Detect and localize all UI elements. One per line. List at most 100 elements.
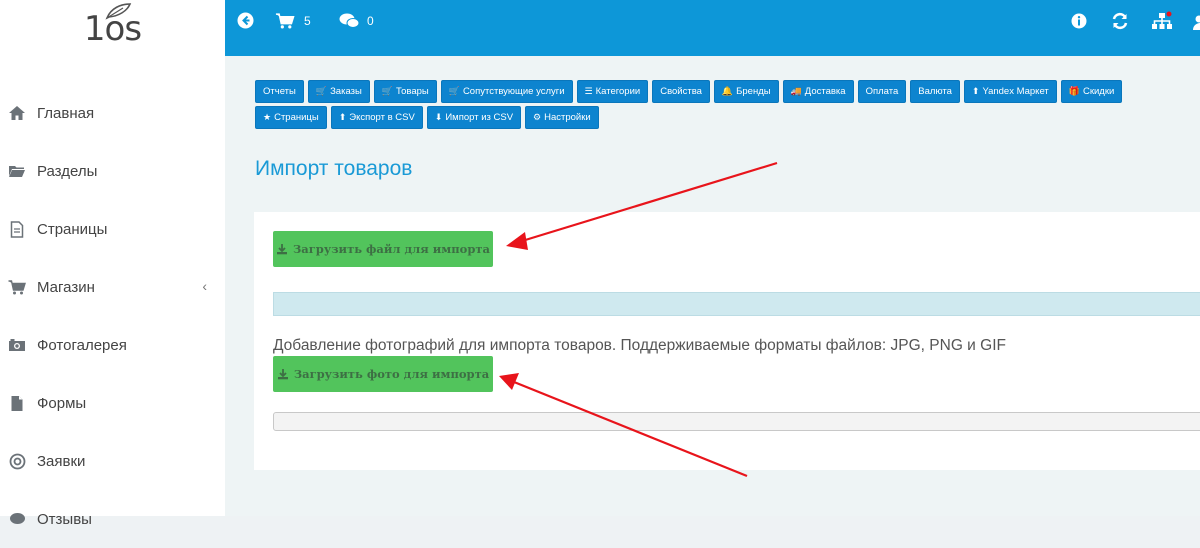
sidebar-item-label: Разделы bbox=[37, 163, 97, 180]
sidebar-item-reviews[interactable]: Отзывы bbox=[0, 490, 225, 548]
download-icon bbox=[276, 243, 288, 255]
file-icon bbox=[8, 220, 26, 238]
toolbar-row-1: Отчеты🛒Заказы🛒Товары🛒Сопутствующие услуг… bbox=[255, 80, 1200, 103]
sidebar-item-home[interactable]: Главная bbox=[0, 84, 225, 142]
toolbar-button-label: Свойства bbox=[660, 86, 702, 97]
toolbar-button-icon: 🛒 bbox=[449, 86, 460, 97]
sidebar-item-shop[interactable]: Магазин ‹ bbox=[0, 258, 225, 316]
toolbar-button-label: Отчеты bbox=[263, 86, 296, 97]
toolbar-button-icon: ⬆ bbox=[972, 86, 980, 97]
toolbar-button[interactable]: ⬆Экспорт в CSV bbox=[331, 106, 423, 129]
toolbar-button-label: Импорт из CSV bbox=[445, 112, 513, 123]
toolbar-button-label: Товары bbox=[396, 86, 429, 97]
import-panel: Загрузить файл для импорта Добавление фо… bbox=[254, 212, 1200, 470]
sidebar-item-label: Заявки bbox=[37, 453, 85, 470]
user-icon bbox=[1193, 14, 1200, 30]
toolbar-button-label: Yandex Маркет bbox=[982, 86, 1048, 97]
target-icon bbox=[8, 452, 26, 470]
sidebar-item-requests[interactable]: Заявки bbox=[0, 432, 225, 490]
comments-icon bbox=[339, 13, 360, 29]
upload-file-label: Загрузить файл для импорта bbox=[293, 242, 490, 256]
sidebar-item-label: Магазин bbox=[37, 279, 95, 296]
info-icon bbox=[1071, 13, 1087, 29]
toolbar-button[interactable]: ⬆Yandex Маркет bbox=[964, 80, 1057, 103]
toolbar-button-label: Настройки bbox=[544, 112, 591, 123]
toolbar-button-icon: 🛒 bbox=[316, 86, 327, 97]
toolbar-button[interactable]: 🎁Скидки bbox=[1061, 80, 1123, 103]
arrow-circle-left-icon bbox=[237, 12, 254, 29]
toolbar-button[interactable]: 🛒Товары bbox=[374, 80, 437, 103]
toolbar-row-2: ★Страницы⬆Экспорт в CSV⬇Импорт из CSV⚙На… bbox=[255, 106, 1200, 129]
sidebar-item-forms[interactable]: Формы bbox=[0, 374, 225, 432]
folder-icon bbox=[8, 162, 26, 180]
upload-photo-label: Загрузить фото для импорта bbox=[294, 367, 489, 381]
sidebar-item-label: Страницы bbox=[37, 221, 107, 238]
sidebar: 1os Главная Разделы Страницы Магазин ‹ Ф… bbox=[0, 0, 225, 516]
chevron-left-icon[interactable]: ‹ bbox=[202, 278, 207, 294]
cart-count: 5 bbox=[304, 14, 311, 28]
toolbar-button-icon: ⚙ bbox=[533, 112, 541, 123]
toolbar-button-label: Экспорт в CSV bbox=[349, 112, 415, 123]
toolbar-button[interactable]: Валюта bbox=[910, 80, 960, 103]
user-menu[interactable] bbox=[1193, 14, 1200, 30]
toolbar-button-icon: 🛒 bbox=[382, 86, 393, 97]
toolbar-button-label: Оплата bbox=[866, 86, 899, 97]
toolbar-button-label: Заказы bbox=[330, 86, 362, 97]
cart-counter[interactable]: 5 bbox=[275, 13, 311, 29]
toolbar-button-label: Бренды bbox=[736, 86, 770, 97]
cart-icon bbox=[275, 13, 295, 29]
toolbar-button-icon: ⬇ bbox=[435, 112, 443, 123]
admin-toolbar: Отчеты🛒Заказы🛒Товары🛒Сопутствующие услуг… bbox=[255, 80, 1200, 132]
toolbar-button[interactable]: ★Страницы bbox=[255, 106, 327, 129]
photo-upload-progress bbox=[273, 412, 1200, 431]
sidebar-item-label: Формы bbox=[37, 395, 86, 412]
topbar: 5 0 bbox=[225, 0, 1200, 56]
leaf-icon bbox=[103, 2, 133, 20]
sidebar-item-gallery[interactable]: Фотогалерея bbox=[0, 316, 225, 374]
toolbar-button-icon: 🎁 bbox=[1069, 86, 1080, 97]
back-button[interactable] bbox=[237, 12, 254, 29]
toolbar-button-label: Страницы bbox=[274, 112, 319, 123]
toolbar-button[interactable]: 🛒Заказы bbox=[308, 80, 370, 103]
toolbar-button-label: Валюта bbox=[918, 86, 952, 97]
cart-icon bbox=[8, 278, 26, 296]
home-icon bbox=[8, 104, 26, 122]
logo[interactable]: 1os bbox=[0, 0, 225, 58]
sidebar-item-label: Главная bbox=[37, 105, 94, 122]
comments-count: 0 bbox=[367, 14, 374, 28]
toolbar-button-label: Доставка bbox=[805, 86, 846, 97]
toolbar-button[interactable]: ☰Категории bbox=[577, 80, 649, 103]
toolbar-button-label: Категории bbox=[596, 86, 641, 97]
sitemap-button[interactable] bbox=[1151, 11, 1173, 31]
upload-photo-button[interactable]: Загрузить фото для импорта bbox=[273, 356, 493, 392]
toolbar-button[interactable]: Свойства bbox=[652, 80, 710, 103]
toolbar-button-icon: 🚚 bbox=[791, 86, 802, 97]
toolbar-button-icon: 🔔 bbox=[722, 86, 733, 97]
toolbar-button[interactable]: ⚙Настройки bbox=[525, 106, 599, 129]
download-icon bbox=[277, 368, 289, 380]
refresh-icon bbox=[1111, 12, 1129, 30]
sidebar-item-label: Отзывы bbox=[37, 511, 92, 528]
upload-file-button[interactable]: Загрузить файл для импорта bbox=[273, 231, 493, 267]
toolbar-button[interactable]: 🛒Сопутствующие услуги bbox=[441, 80, 573, 103]
toolbar-button-icon: ★ bbox=[263, 112, 271, 123]
photos-info-text: Добавление фотографий для импорта товаро… bbox=[273, 337, 1006, 355]
comment-icon bbox=[8, 510, 26, 528]
sidebar-item-sections[interactable]: Разделы bbox=[0, 142, 225, 200]
toolbar-button[interactable]: 🚚Доставка bbox=[783, 80, 854, 103]
page-title: Импорт товаров bbox=[255, 157, 412, 181]
toolbar-button[interactable]: ⬇Импорт из CSV bbox=[427, 106, 521, 129]
refresh-button[interactable] bbox=[1111, 12, 1129, 30]
sidebar-item-pages[interactable]: Страницы bbox=[0, 200, 225, 258]
toolbar-button[interactable]: 🔔Бренды bbox=[714, 80, 779, 103]
toolbar-button[interactable]: Оплата bbox=[858, 80, 907, 103]
file-upload-progress bbox=[273, 292, 1200, 316]
toolbar-button[interactable]: Отчеты bbox=[255, 80, 304, 103]
toolbar-button-label: Скидки bbox=[1083, 86, 1114, 97]
toolbar-button-icon: ⬆ bbox=[339, 112, 347, 123]
comments-counter[interactable]: 0 bbox=[339, 13, 374, 29]
document-icon bbox=[8, 394, 26, 412]
sitemap-icon bbox=[1151, 11, 1173, 31]
info-button[interactable] bbox=[1071, 13, 1087, 29]
sidebar-item-label: Фотогалерея bbox=[37, 337, 127, 354]
